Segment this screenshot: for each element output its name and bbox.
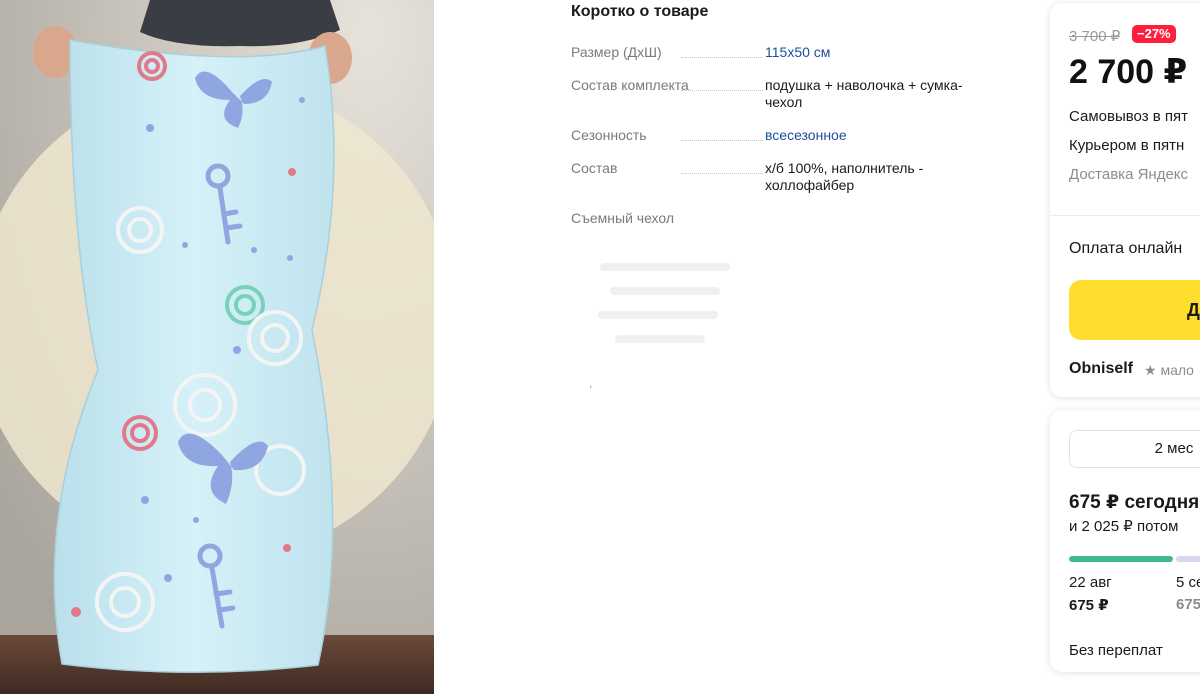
spec-key: Состав комплекта <box>571 77 689 93</box>
spec-key: Сезонность <box>571 127 647 143</box>
schedule-date: 5 се <box>1176 574 1200 591</box>
add-to-cart-button[interactable]: Д <box>1069 280 1200 340</box>
current-price: 2 700 ₽ <box>1069 53 1188 91</box>
old-price: 3 700 ₽ <box>1069 28 1121 45</box>
spec-value-link[interactable]: всесезонное <box>765 127 995 144</box>
seller-rating: ★ мало <box>1144 362 1194 378</box>
payment-method: Оплата онлайн <box>1069 240 1183 257</box>
no-overpayment-note: Без переплат <box>1069 642 1163 659</box>
spec-dots <box>681 90 763 91</box>
installment-card: 2 мес 675 ₽ сегодня и 2 025 ₽ потом 22 а… <box>1050 410 1200 672</box>
spec-key: Съемный чехол <box>571 210 675 226</box>
spec-row-removable-cover: Съемный чехол <box>571 210 1011 250</box>
schedule-progress-upcoming <box>1176 556 1200 562</box>
spec-dots <box>681 173 763 174</box>
spec-key: Состав <box>571 160 618 176</box>
spec-key: Размер (ДхШ) <box>571 44 662 60</box>
spec-row-kit: Состав комплекта подушка + наволочка + с… <box>571 77 1011 117</box>
term-tab-2-months[interactable]: 2 мес <box>1069 430 1200 468</box>
delivery-option-pickup[interactable]: Самовывоз в пят <box>1069 108 1188 125</box>
buy-box-card: 3 700 ₽ −27% 2 700 ₽ Самовывоз в пят Кур… <box>1050 3 1200 397</box>
blurred-placeholder <box>590 263 730 389</box>
spec-dots <box>681 57 763 58</box>
delivery-option-yandex[interactable]: Доставка Яндекс <box>1069 166 1188 183</box>
seller-name[interactable]: Obniself <box>1069 360 1133 378</box>
schedule-amount: 675 ₽ <box>1069 597 1109 614</box>
pay-today-amount: 675 ₽ сегодня <box>1069 492 1200 513</box>
product-photo <box>0 0 434 694</box>
divider <box>1050 215 1200 216</box>
spec-dots <box>681 140 763 141</box>
spec-value: х/б 100%, наполнитель - холлофайбер <box>765 160 924 193</box>
schedule-date: 22 авг <box>1069 574 1112 591</box>
schedule-amount: 675 <box>1176 596 1200 613</box>
delivery-option-courier[interactable]: Курьером в пятн <box>1069 137 1184 154</box>
spec-row-material: Состав х/б 100%, наполнитель - холлофайб… <box>571 160 1011 200</box>
spec-value-link[interactable]: 115х50 см <box>765 44 995 61</box>
discount-badge: −27% <box>1132 25 1176 43</box>
spec-value: подушка + наволочка + сумка-чехол <box>765 77 963 110</box>
schedule-progress-paid <box>1069 556 1173 562</box>
specs-title: Коротко о товаре <box>571 3 709 20</box>
pay-later-amount: и 2 025 ₽ потом <box>1069 518 1179 535</box>
